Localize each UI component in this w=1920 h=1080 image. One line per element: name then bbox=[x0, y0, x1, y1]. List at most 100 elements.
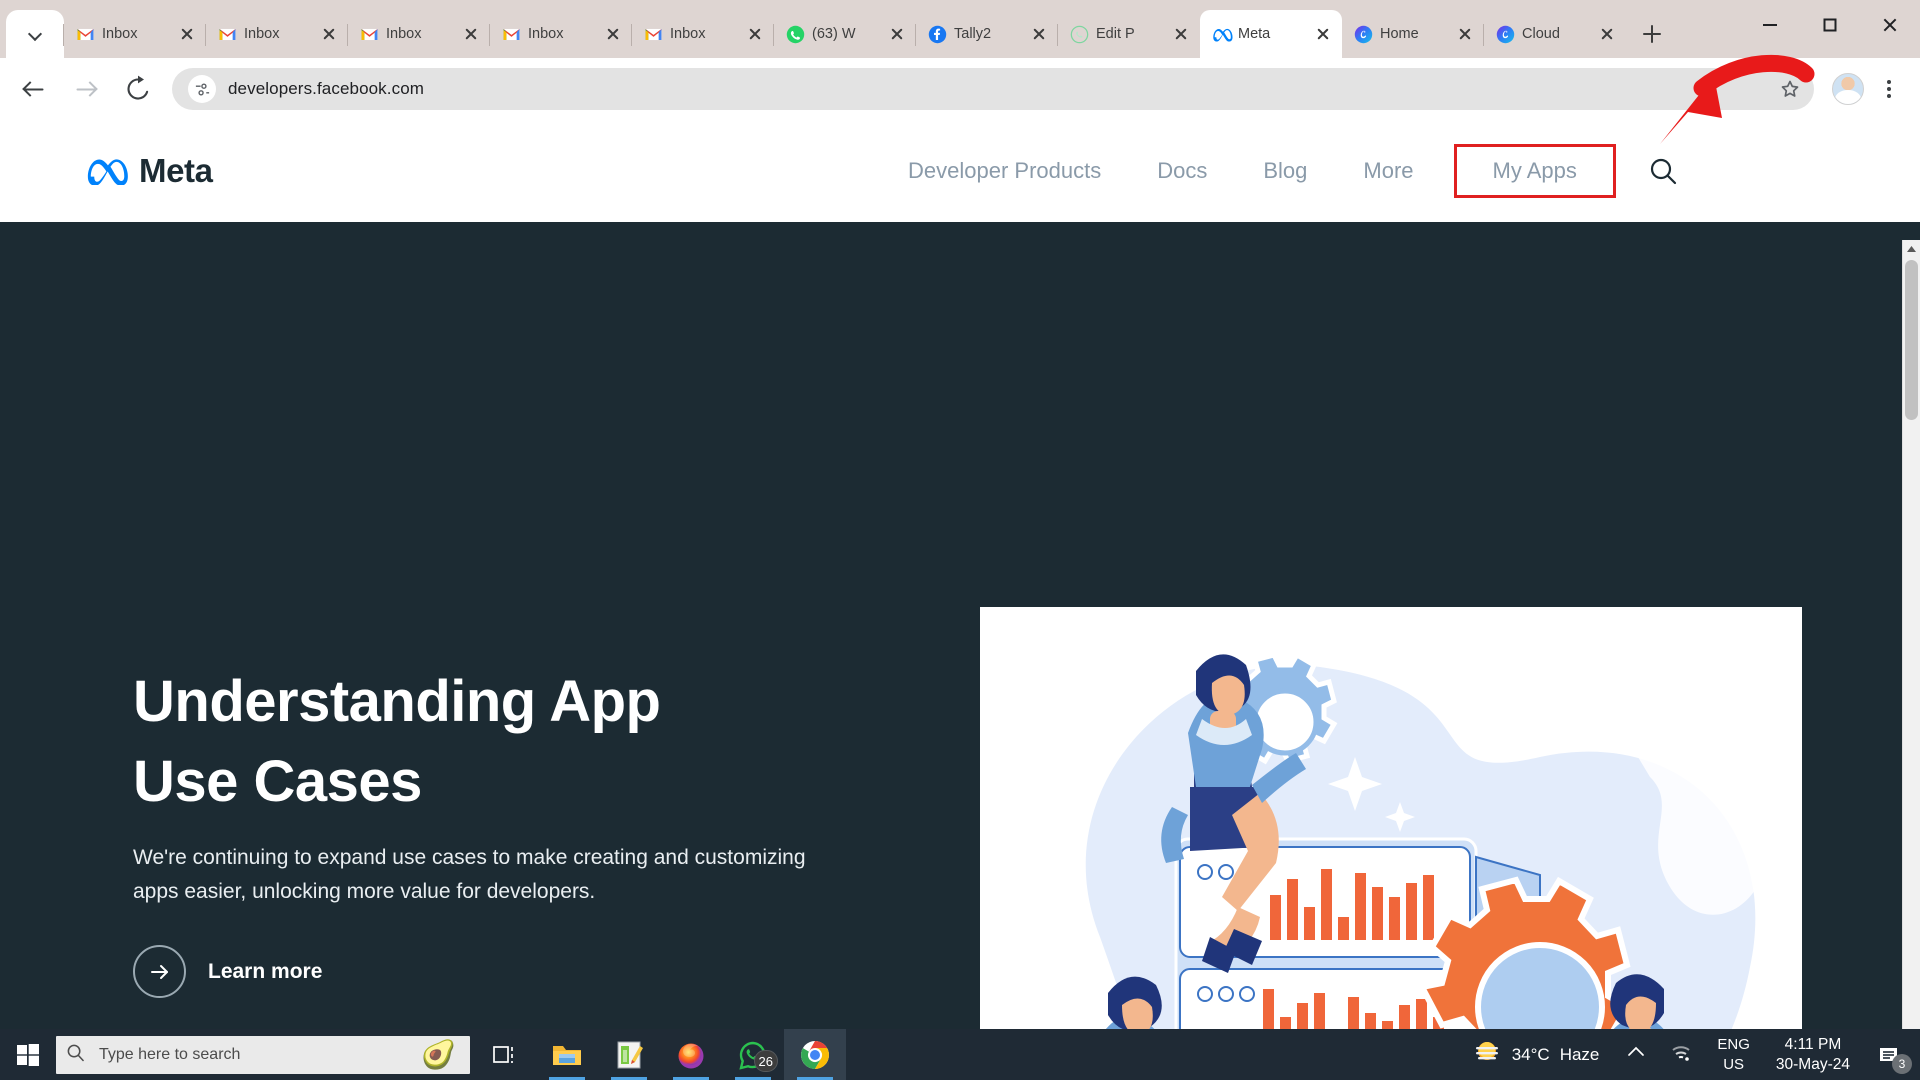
close-icon[interactable] bbox=[1860, 0, 1920, 50]
page-scrollbar[interactable] bbox=[1902, 240, 1920, 1029]
browser-tab[interactable]: Inbox bbox=[631, 10, 774, 58]
primary-navigation: Developer Products Docs Blog More My App… bbox=[880, 120, 1680, 222]
browser-tab[interactable]: Edit P bbox=[1057, 10, 1200, 58]
hero-section: Understanding App Use Cases We're contin… bbox=[0, 222, 1920, 1029]
learn-more-link[interactable]: Learn more bbox=[133, 945, 322, 998]
browser-tab[interactable]: (63) W bbox=[773, 10, 916, 58]
url-text[interactable]: developers.facebook.com bbox=[228, 79, 424, 99]
chevron-up-icon[interactable] bbox=[1613, 1045, 1659, 1064]
firefox-icon[interactable] bbox=[660, 1029, 722, 1080]
wifi-icon[interactable] bbox=[1659, 1042, 1703, 1067]
start-icon[interactable] bbox=[0, 1029, 56, 1080]
new-tab-button[interactable] bbox=[1632, 14, 1672, 54]
whatsapp-outline-icon bbox=[1070, 25, 1089, 44]
back-arrow-icon[interactable] bbox=[14, 69, 54, 109]
avatar[interactable] bbox=[1832, 73, 1864, 105]
weather-description: Haze bbox=[1559, 1044, 1600, 1064]
language-indicator[interactable]: ENG US bbox=[1703, 1035, 1764, 1075]
close-icon[interactable] bbox=[744, 23, 766, 45]
close-icon[interactable] bbox=[176, 23, 198, 45]
task-view-icon[interactable] bbox=[474, 1029, 536, 1080]
address-bar[interactable]: developers.facebook.com bbox=[172, 68, 1814, 110]
close-icon[interactable] bbox=[1596, 23, 1618, 45]
gmail-icon bbox=[218, 25, 237, 44]
tab-separator bbox=[347, 24, 348, 46]
tab-separator bbox=[773, 24, 774, 46]
nav-item-more[interactable]: More bbox=[1335, 158, 1441, 184]
close-icon[interactable] bbox=[460, 23, 482, 45]
maximize-icon[interactable] bbox=[1800, 0, 1860, 50]
browser-tab[interactable]: Home bbox=[1342, 10, 1484, 58]
tab-title: Inbox bbox=[386, 26, 422, 42]
haze-sun-icon bbox=[1472, 1039, 1502, 1070]
search-input[interactable]: Type here to search 🥑 bbox=[56, 1035, 470, 1074]
search-icon bbox=[66, 1043, 85, 1067]
minimize-icon[interactable] bbox=[1740, 0, 1800, 50]
star-icon[interactable] bbox=[1778, 77, 1802, 101]
hero-title-line-1: Understanding App bbox=[133, 669, 661, 734]
browser-tab[interactable]: Inbox bbox=[205, 10, 348, 58]
site-settings-icon[interactable] bbox=[188, 75, 216, 103]
site-header: Meta Developer Products Docs Blog More M… bbox=[0, 120, 1920, 222]
browser-tab[interactable]: Tally2 bbox=[915, 10, 1058, 58]
close-icon[interactable] bbox=[602, 23, 624, 45]
brand-name: Meta bbox=[139, 152, 213, 189]
notification-badge: 3 bbox=[1892, 1054, 1912, 1074]
avocado-icon: 🥑 bbox=[421, 1038, 456, 1070]
reload-icon[interactable] bbox=[118, 69, 158, 109]
tab-separator bbox=[205, 24, 206, 46]
facebook-icon bbox=[928, 25, 947, 44]
close-icon[interactable] bbox=[1170, 23, 1192, 45]
page-title: Understanding App Use Cases bbox=[133, 662, 661, 822]
gmail-icon bbox=[644, 25, 663, 44]
learn-more-label: Learn more bbox=[208, 959, 323, 983]
chrome-icon[interactable] bbox=[784, 1029, 846, 1080]
search-icon[interactable] bbox=[1646, 154, 1680, 188]
windows-taskbar: Type here to search 🥑 26 34°C Haze ENG U… bbox=[0, 1029, 1920, 1080]
file-explorer-icon[interactable] bbox=[536, 1029, 598, 1080]
notifications-icon[interactable]: 3 bbox=[1862, 1029, 1916, 1080]
nav-item-my-apps[interactable]: My Apps bbox=[1453, 144, 1616, 198]
tab-title: Cloud bbox=[1522, 26, 1560, 42]
tab-separator bbox=[915, 24, 916, 46]
whatsapp-icon[interactable]: 26 bbox=[722, 1029, 784, 1080]
weather-widget[interactable]: 34°C Haze bbox=[1458, 1039, 1614, 1070]
browser-tab[interactable]: Cloud bbox=[1483, 10, 1626, 58]
close-icon[interactable] bbox=[318, 23, 340, 45]
weather-temperature: 34°C bbox=[1511, 1044, 1550, 1064]
scroll-up-arrow-icon[interactable] bbox=[1903, 240, 1920, 258]
tab-separator bbox=[1483, 24, 1484, 46]
tab-separator bbox=[63, 24, 64, 46]
tab-separator bbox=[631, 24, 632, 46]
close-icon[interactable] bbox=[1312, 23, 1334, 45]
close-icon[interactable] bbox=[1454, 23, 1476, 45]
forward-arrow-icon[interactable] bbox=[66, 69, 106, 109]
browser-tab[interactable]: Inbox bbox=[63, 10, 206, 58]
notepad-icon[interactable] bbox=[598, 1029, 660, 1080]
hero-title-line-2: Use Cases bbox=[133, 749, 422, 814]
tab-title: Meta bbox=[1238, 26, 1271, 42]
browser-tab[interactable]: Inbox bbox=[347, 10, 490, 58]
gmail-icon bbox=[76, 25, 95, 44]
gmail-icon bbox=[360, 25, 379, 44]
close-icon[interactable] bbox=[886, 23, 908, 45]
tab-title: Tally2 bbox=[954, 26, 992, 42]
close-icon[interactable] bbox=[1028, 23, 1050, 45]
tab-search-button[interactable] bbox=[6, 10, 64, 58]
nav-item-developer-products[interactable]: Developer Products bbox=[880, 158, 1129, 184]
tab-title: Inbox bbox=[528, 26, 564, 42]
system-tray: 34°C Haze ENG US 4:11 PM 30-May-24 3 bbox=[1458, 1029, 1920, 1080]
clock[interactable]: 4:11 PM 30-May-24 bbox=[1764, 1035, 1862, 1075]
kebab-menu-icon[interactable] bbox=[1872, 69, 1906, 109]
nav-item-docs[interactable]: Docs bbox=[1129, 158, 1235, 184]
nav-item-blog[interactable]: Blog bbox=[1235, 158, 1335, 184]
gmail-icon bbox=[502, 25, 521, 44]
badge-count: 26 bbox=[753, 1050, 778, 1072]
scrollbar-thumb[interactable] bbox=[1905, 260, 1918, 420]
meta-logo[interactable]: Meta bbox=[85, 152, 213, 190]
browser-tab-active[interactable]: Meta bbox=[1200, 10, 1342, 58]
browser-tab[interactable]: Inbox bbox=[489, 10, 632, 58]
tab-title: Home bbox=[1380, 26, 1419, 42]
canva-icon bbox=[1496, 25, 1515, 44]
clock-time: 4:11 PM bbox=[1784, 1035, 1842, 1053]
